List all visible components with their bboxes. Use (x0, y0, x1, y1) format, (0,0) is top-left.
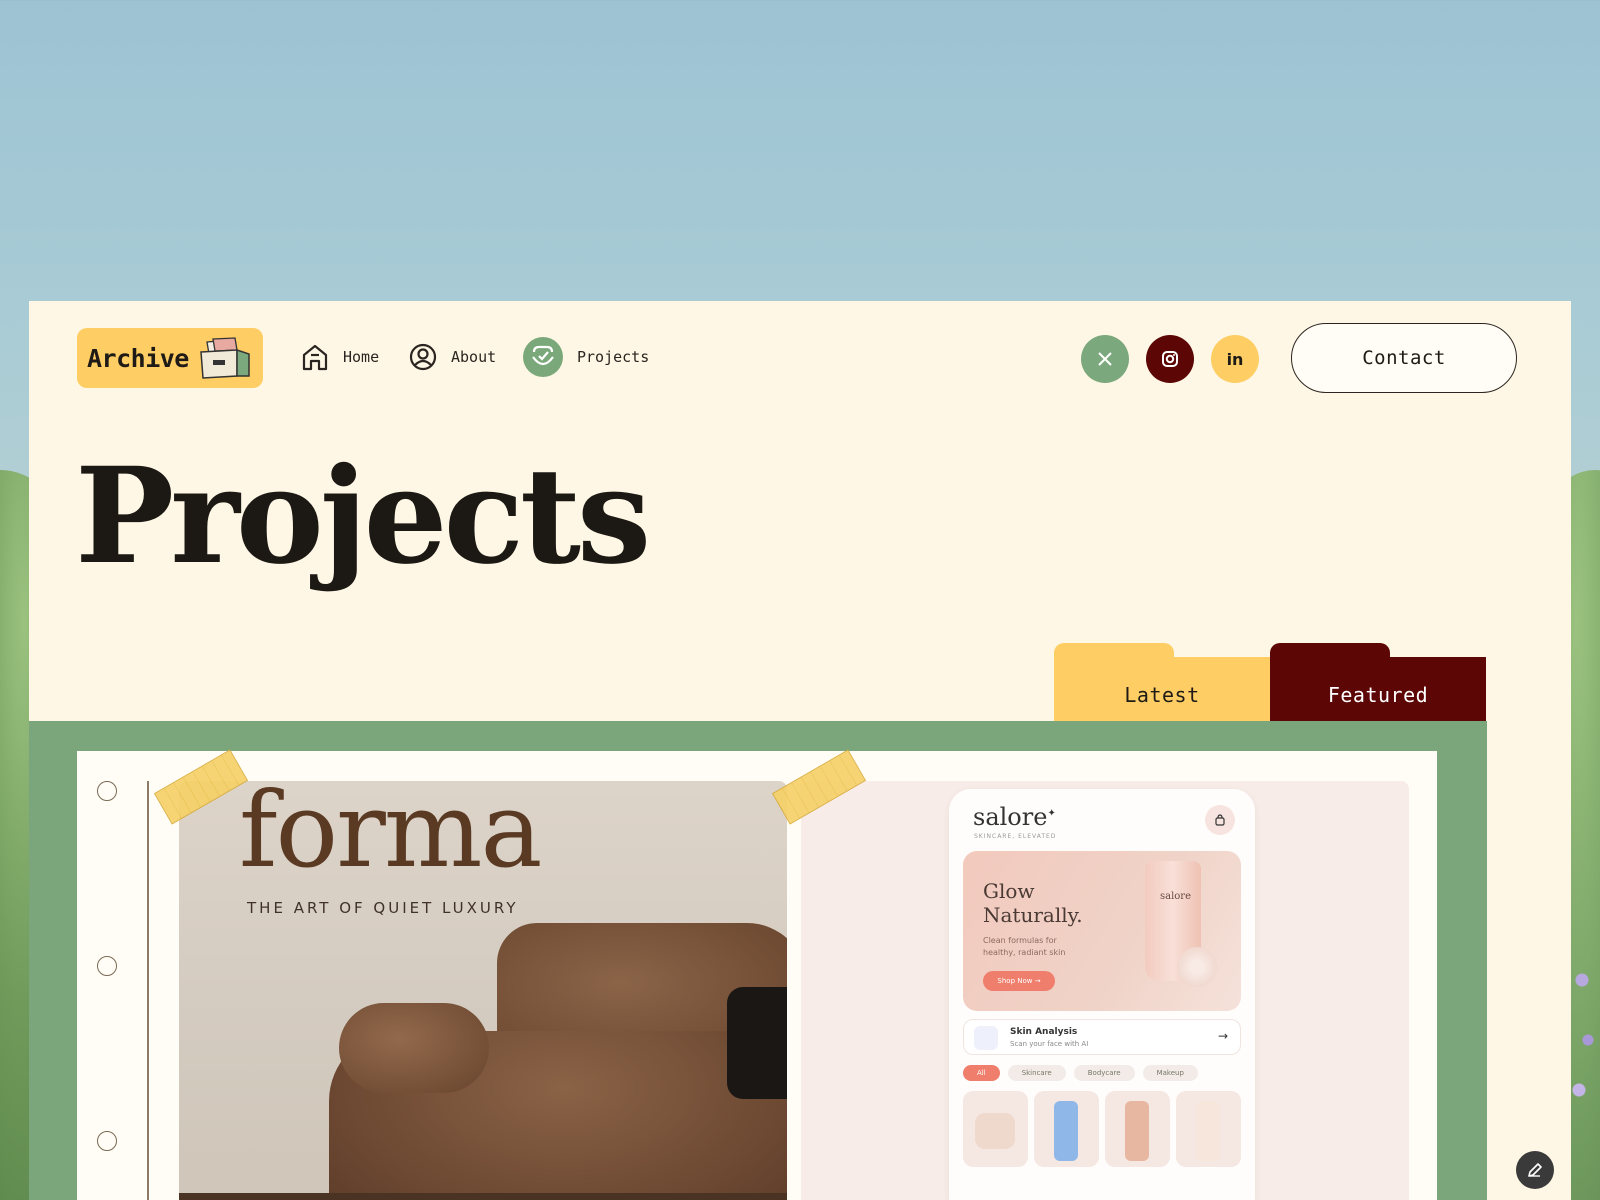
nav-about[interactable]: About (409, 337, 496, 377)
margin-line (147, 781, 149, 1200)
binder-hole (97, 1131, 117, 1151)
linkedin-icon: in (1226, 349, 1244, 369)
arrow-right-icon: → (1217, 1029, 1228, 1043)
chip-skincare: Skincare (1007, 1065, 1066, 1081)
salore-subtitle: SKINCARE, ELEVATED (974, 833, 1057, 840)
tab-latest-label: Latest (1124, 683, 1200, 707)
product-grid (963, 1091, 1241, 1167)
x-icon (1098, 352, 1112, 366)
hero-title: Glow Naturally. (983, 879, 1083, 927)
chip-bodycare: Bodycare (1073, 1065, 1135, 1081)
tab-latest[interactable]: Latest (1054, 643, 1270, 721)
archive-logo[interactable]: Archive (77, 328, 263, 388)
forma-logo: forma (239, 781, 542, 891)
project-card-salore[interactable]: salore✦ SKINCARE, ELEVATED salore Glow N… (801, 781, 1409, 1200)
project-card-forma[interactable]: forma THE ART OF QUIET LUXURY (179, 781, 787, 1200)
binder-hole (97, 956, 117, 976)
instagram-social-button[interactable] (1146, 335, 1194, 383)
nav-projects[interactable]: Projects (523, 337, 649, 377)
smile-face-icon (523, 337, 563, 377)
shop-now-button: Shop Now → (983, 971, 1055, 991)
logo-text: Archive (87, 343, 189, 373)
project-board: forma THE ART OF QUIET LUXURY salore✦ SK… (29, 721, 1487, 1200)
chip-all: All (963, 1065, 1000, 1081)
black-pillow (727, 987, 787, 1099)
home-icon (301, 343, 329, 371)
tube-label: salore (1159, 891, 1191, 902)
tab-featured[interactable]: Featured (1270, 643, 1486, 721)
binder-hole (97, 781, 117, 801)
instagram-icon (1162, 351, 1178, 367)
notebook-sheet: forma THE ART OF QUIET LUXURY salore✦ SK… (77, 749, 1437, 1200)
shopping-bag-icon (1205, 805, 1235, 835)
skin-analysis-title: Skin Analysis (1010, 1027, 1078, 1037)
salore-tab-bar: ⌂ ♡ ⌖ ▢ ○ (949, 1193, 1255, 1200)
salore-hero-banner: salore Glow Naturally. Clean formulas fo… (963, 851, 1241, 1011)
user-circle-icon (409, 343, 437, 371)
pencil-icon (1528, 1163, 1542, 1177)
nav-home-label: Home (343, 348, 380, 366)
background-flowers (1570, 920, 1600, 1120)
nav-projects-label: Projects (577, 348, 650, 366)
tab-featured-label: Featured (1327, 683, 1429, 707)
forma-tagline: THE ART OF QUIET LUXURY (247, 899, 519, 917)
product-thumb (1105, 1091, 1170, 1167)
edit-button[interactable] (1516, 1151, 1554, 1189)
face-scan-icon (974, 1026, 998, 1050)
nav-home[interactable]: Home (301, 337, 379, 377)
product-thumb (1176, 1091, 1241, 1167)
product-thumb (963, 1091, 1028, 1167)
page-title: Projects (75, 439, 651, 594)
x-social-button[interactable] (1081, 335, 1129, 383)
linkedin-social-button[interactable]: in (1211, 335, 1259, 383)
salore-phone-mockup: salore✦ SKINCARE, ELEVATED salore Glow N… (949, 789, 1255, 1200)
flower-decoration (1177, 947, 1217, 987)
salore-logo: salore✦ (973, 803, 1056, 831)
hero-subtitle: Clean formulas for healthy, radiant skin (983, 936, 1066, 957)
skin-analysis-row: Skin Analysis Scan your face with AI → (963, 1019, 1241, 1055)
floor (179, 1193, 787, 1200)
chip-makeup: Makeup (1142, 1065, 1198, 1081)
nav-about-label: About (451, 348, 497, 366)
main-card: Archive Home About Projects in Contact P… (29, 301, 1571, 1200)
sofa-armrest (339, 1003, 489, 1093)
contact-button[interactable]: Contact (1291, 323, 1517, 393)
archive-box-icon (200, 337, 250, 379)
product-thumb (1034, 1091, 1099, 1167)
category-chips: All Skincare Bodycare Makeup (963, 1065, 1198, 1081)
skin-analysis-subtitle: Scan your face with AI (1010, 1040, 1089, 1048)
